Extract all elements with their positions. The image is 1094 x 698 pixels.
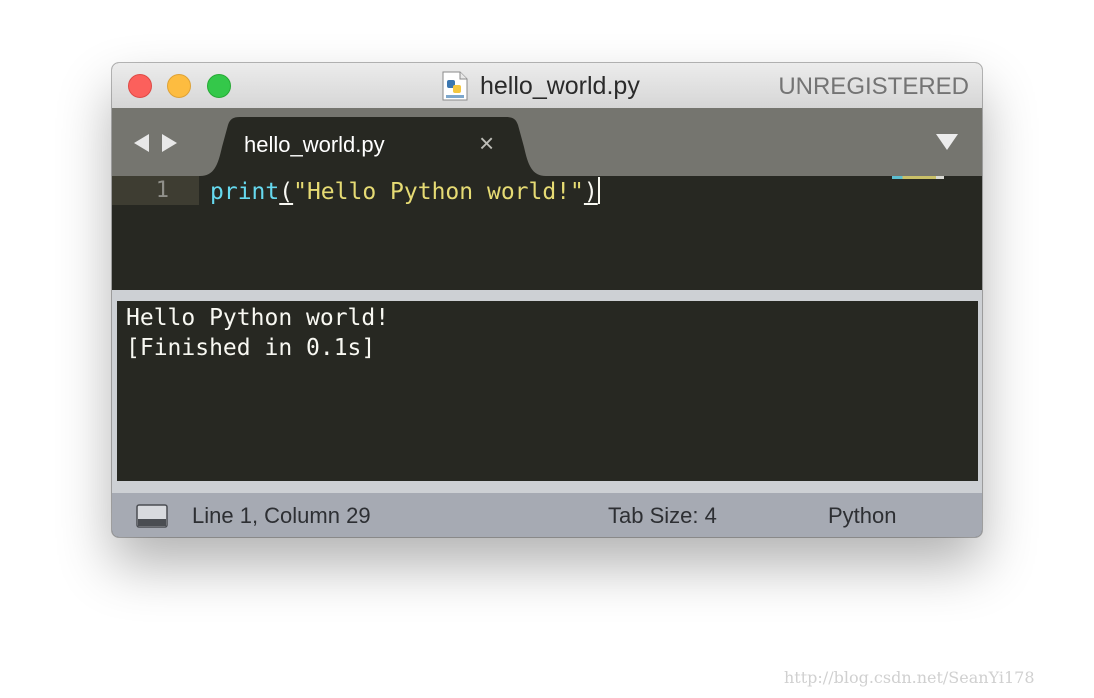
code-token-string: "Hello Python world!" bbox=[293, 179, 584, 205]
zoom-window-button[interactable] bbox=[207, 74, 231, 98]
tab-size-selector[interactable]: Tab Size: 4 bbox=[608, 503, 717, 529]
code-token-function: print bbox=[210, 179, 280, 205]
output-line: [Finished in 0.1s] bbox=[126, 335, 376, 361]
line-number: 1 bbox=[155, 178, 169, 203]
minimap[interactable] bbox=[892, 176, 944, 179]
tab-list-dropdown-icon[interactable] bbox=[936, 134, 958, 150]
editor-window: hello_world.py UNREGISTERED hello_world.… bbox=[112, 63, 982, 537]
gutter-active-line: 1 bbox=[112, 176, 199, 205]
tab-bar: hello_world.py × bbox=[112, 108, 982, 176]
tab-hello-world[interactable]: hello_world.py × bbox=[200, 117, 546, 176]
syntax-selector[interactable]: Python bbox=[828, 503, 897, 529]
tab-label: hello_world.py bbox=[244, 132, 385, 157]
cursor-position[interactable]: Line 1, Column 29 bbox=[192, 503, 371, 529]
title-bar[interactable]: hello_world.py UNREGISTERED bbox=[112, 63, 982, 109]
previous-tab-icon[interactable] bbox=[134, 134, 149, 152]
output-line: Hello Python world! bbox=[126, 305, 390, 331]
tab-close-icon[interactable]: × bbox=[479, 129, 494, 157]
next-tab-icon[interactable] bbox=[162, 134, 177, 152]
text-cursor bbox=[597, 177, 600, 204]
unregistered-label: UNREGISTERED bbox=[778, 73, 969, 100]
code-token-open-paren: ( bbox=[279, 179, 294, 205]
build-output[interactable]: Hello Python world! [Finished in 0.1s] bbox=[117, 301, 978, 481]
output-panel: Hello Python world! [Finished in 0.1s] bbox=[112, 290, 982, 493]
code-editor[interactable]: 1 print("Hello Python world!") bbox=[112, 176, 982, 290]
code-line[interactable]: print("Hello Python world!") bbox=[210, 177, 600, 206]
python-file-icon bbox=[442, 71, 468, 101]
window-title-group: hello_world.py bbox=[442, 71, 640, 101]
close-window-button[interactable] bbox=[128, 74, 152, 98]
code-token-close-paren: ) bbox=[583, 179, 598, 205]
panel-toggle-icon[interactable] bbox=[136, 504, 168, 528]
status-bar: Line 1, Column 29 Tab Size: 4 Python bbox=[112, 493, 982, 537]
window-title: hello_world.py bbox=[480, 71, 640, 100]
watermark: http://blog.csdn.net/SeanYi178 bbox=[784, 668, 1035, 687]
minimize-window-button[interactable] bbox=[167, 74, 191, 98]
